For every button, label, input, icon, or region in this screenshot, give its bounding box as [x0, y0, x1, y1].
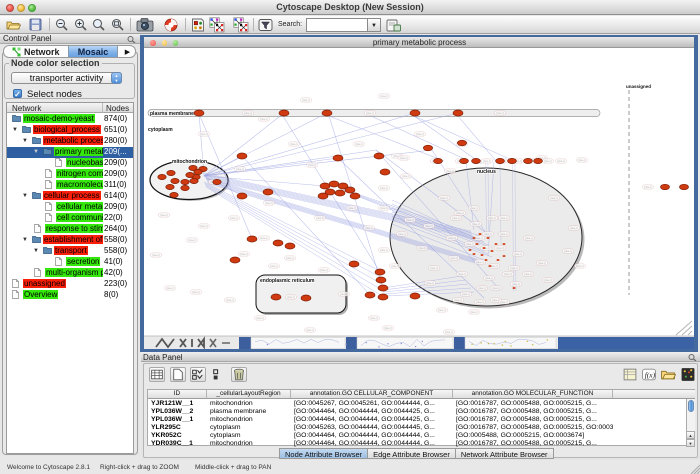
- svg-text:(tca c): (tca c): [550, 196, 558, 200]
- svg-text:(tca c): (tca c): [510, 266, 518, 270]
- svg-text:(tca c): (tca c): [525, 236, 533, 240]
- svg-text:(tca c): (tca c): [476, 300, 484, 304]
- svg-text:(tca c): (tca c): [188, 238, 196, 242]
- svg-text:(tca c): (tca c): [446, 169, 454, 173]
- svg-text:(tca c): (tca c): [644, 185, 652, 189]
- svg-text:(tca c): (tca c): [287, 295, 295, 299]
- svg-text:(tca c): (tca c): [152, 253, 160, 257]
- svg-text:(tca c): (tca c): [430, 266, 438, 270]
- svg-text:(tca c): (tca c): [348, 206, 356, 210]
- svg-text:(tca c): (tca c): [472, 222, 480, 226]
- svg-text:(tca c): (tca c): [544, 159, 552, 163]
- svg-text:(tca c): (tca c): [504, 272, 512, 276]
- svg-text:cytoplasm: cytoplasm: [148, 127, 173, 133]
- svg-text:(tca c): (tca c): [380, 248, 388, 252]
- svg-text:(tca c): (tca c): [402, 174, 410, 178]
- svg-text:(tca c): (tca c): [450, 256, 458, 260]
- svg-text:(tca c): (tca c): [448, 236, 456, 240]
- svg-text:(tca c): (tca c): [398, 232, 406, 236]
- svg-text:(tca c): (tca c): [340, 292, 348, 296]
- svg-text:(tca c): (tca c): [260, 117, 268, 121]
- svg-text:(tca c): (tca c): [578, 158, 586, 162]
- svg-text:(tca c): (tca c): [406, 218, 414, 222]
- svg-text:(tca c): (tca c): [538, 261, 546, 265]
- svg-text:(tca c): (tca c): [484, 232, 492, 236]
- svg-text:(tca c): (tca c): [500, 232, 508, 236]
- svg-text:(tca c): (tca c): [452, 216, 460, 220]
- svg-text:plasma membrane: plasma membrane: [150, 111, 194, 117]
- svg-text:(tca c): (tca c): [400, 156, 408, 160]
- svg-text:(tca c): (tca c): [425, 224, 433, 228]
- svg-text:(tca c): (tca c): [244, 111, 252, 115]
- svg-text:(tca c): (tca c): [514, 252, 522, 256]
- svg-text:(tca c): (tca c): [416, 132, 424, 136]
- svg-text:(tca c): (tca c): [564, 249, 572, 253]
- svg-text:(tca c): (tca c): [445, 330, 453, 334]
- svg-text:(tca c): (tca c): [316, 216, 324, 220]
- svg-text:(tca c): (tca c): [418, 246, 426, 250]
- svg-text:(tca c): (tca c): [380, 94, 388, 98]
- svg-text:(tca c): (tca c): [366, 111, 374, 115]
- svg-text:(tca c): (tca c): [500, 300, 508, 304]
- svg-text:(tca c): (tca c): [576, 264, 584, 268]
- svg-text:(tca c): (tca c): [391, 264, 399, 268]
- svg-text:(tca c): (tca c): [260, 236, 268, 240]
- svg-text:(tca c): (tca c): [380, 186, 388, 190]
- svg-text:(tca c): (tca c): [270, 264, 278, 268]
- svg-text:(tca c): (tca c): [492, 286, 500, 290]
- svg-text:(tca c): (tca c): [426, 281, 434, 285]
- svg-text:(tca c): (tca c): [320, 268, 328, 272]
- svg-text:(tca c): (tca c): [370, 316, 378, 320]
- svg-text:mitochondrion: mitochondrion: [172, 159, 207, 165]
- svg-text:(tca c): (tca c): [485, 276, 493, 280]
- svg-text:(tca c): (tca c): [240, 252, 248, 256]
- svg-text:(tca c): (tca c): [466, 242, 474, 246]
- svg-text:(tca c): (tca c): [200, 224, 208, 228]
- svg-text:(tca c): (tca c): [230, 216, 238, 220]
- svg-text:(tca c): (tca c): [355, 142, 363, 146]
- svg-text:f(x): f(x): [645, 371, 656, 380]
- svg-text:(tca c): (tca c): [166, 286, 174, 290]
- svg-text:(tca c): (tca c): [500, 216, 508, 220]
- svg-text:(tca c): (tca c): [462, 292, 470, 296]
- svg-text:(tca c): (tca c): [475, 236, 483, 240]
- svg-text:(tca c): (tca c): [478, 286, 486, 290]
- svg-text:(tca c): (tca c): [476, 260, 484, 264]
- svg-text:nucleus: nucleus: [477, 169, 496, 175]
- svg-text:(tca c): (tca c): [438, 308, 446, 312]
- svg-text:(tca c): (tca c): [306, 328, 314, 332]
- svg-text:(tca c): (tca c): [226, 298, 234, 302]
- svg-text:(tca c): (tca c): [496, 111, 504, 115]
- svg-text:(tca c): (tca c): [236, 167, 244, 171]
- svg-text:(tca c): (tca c): [290, 142, 298, 146]
- svg-text:(tca c): (tca c): [488, 216, 496, 220]
- svg-text:(tca c): (tca c): [470, 206, 478, 210]
- svg-text:(tca c): (tca c): [570, 226, 578, 230]
- svg-text:(tca c): (tca c): [483, 159, 491, 163]
- svg-text:(tca c): (tca c): [200, 132, 208, 136]
- svg-text:(tca c): (tca c): [160, 213, 168, 217]
- svg-text:(tca c): (tca c): [308, 163, 316, 167]
- svg-text:(tca c): (tca c): [456, 211, 464, 215]
- svg-text:(tca c): (tca c): [192, 290, 200, 294]
- svg-text:(tca c): (tca c): [557, 159, 565, 163]
- svg-text:(tca c): (tca c): [512, 282, 520, 286]
- svg-text:(tca c): (tca c): [454, 298, 462, 302]
- svg-text:endoplasmic reticulum: endoplasmic reticulum: [260, 278, 315, 284]
- svg-text:(tca c): (tca c): [496, 246, 504, 250]
- svg-text:(tca c): (tca c): [470, 310, 478, 314]
- svg-text:(tca c): (tca c): [286, 256, 294, 260]
- svg-text:(tca c): (tca c): [302, 98, 310, 102]
- svg-text:(tca c): (tca c): [524, 272, 532, 276]
- svg-text:(tca c): (tca c): [440, 196, 448, 200]
- svg-text:(tca c): (tca c): [265, 201, 273, 205]
- svg-text:(tca c): (tca c): [380, 206, 388, 210]
- svg-text:(tca c): (tca c): [384, 326, 392, 330]
- svg-text:unassigned: unassigned: [626, 84, 651, 89]
- svg-text:(tca c): (tca c): [256, 316, 264, 320]
- svg-text:(tca c): (tca c): [365, 226, 373, 230]
- svg-text:(tca c): (tca c): [458, 272, 466, 276]
- svg-text:(tca c): (tca c): [544, 278, 552, 282]
